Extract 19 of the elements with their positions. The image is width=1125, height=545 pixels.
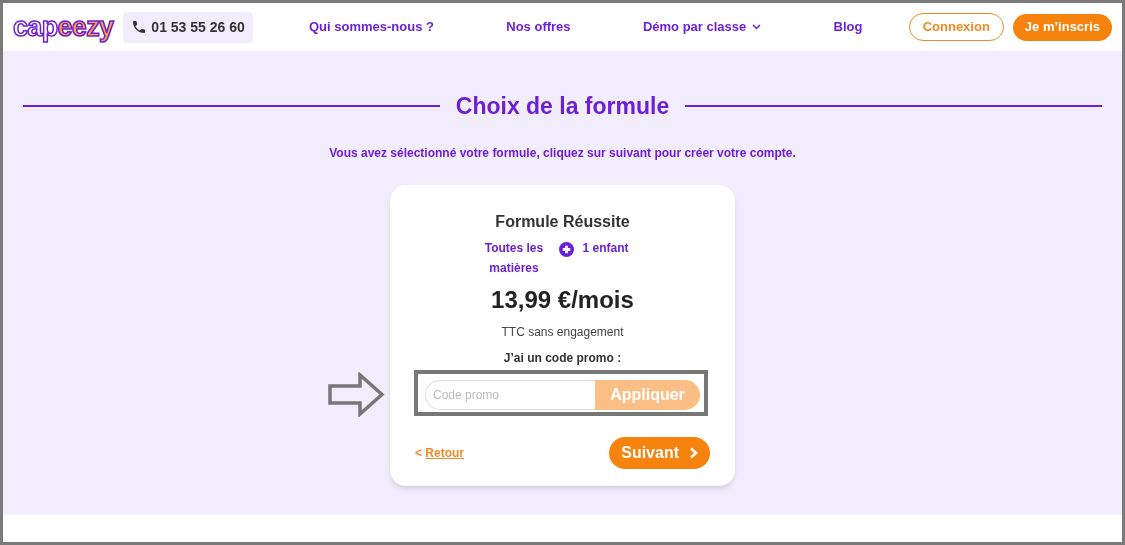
plus-icon (559, 241, 575, 257)
nav-link[interactable]: Démo par classe (642, 17, 762, 37)
price-note: TTC sans engagement (501, 323, 624, 341)
phone-icon (131, 19, 148, 35)
nav-link[interactable]: Blog (833, 17, 863, 37)
chevron-right-icon (689, 446, 698, 459)
logo[interactable]: capeezy (13, 13, 114, 41)
phone-number[interactable]: 01 53 55 26 60 (123, 11, 253, 43)
page-title: Choix de la formule (455, 92, 670, 121)
plan-feature: Toutes les matières (483, 239, 545, 277)
plan-feature: 1 enfant (582, 239, 629, 257)
promo-field[interactable]: Code promo (425, 379, 595, 410)
arrow-icon (328, 371, 385, 417)
plan-price: 13,99 €/mois (491, 284, 634, 315)
nav-link[interactable]: Qui sommes-nous ? (308, 17, 434, 37)
nav-link[interactable]: Nos offres (506, 17, 571, 37)
plan-name: Formule Réussite (495, 211, 630, 232)
promo-label: J’ai un code promo : (503, 350, 622, 365)
instruction-text: Vous avez sélectionné votre formule, cliquez sur suivant pour créer votre compte. (329, 144, 796, 162)
